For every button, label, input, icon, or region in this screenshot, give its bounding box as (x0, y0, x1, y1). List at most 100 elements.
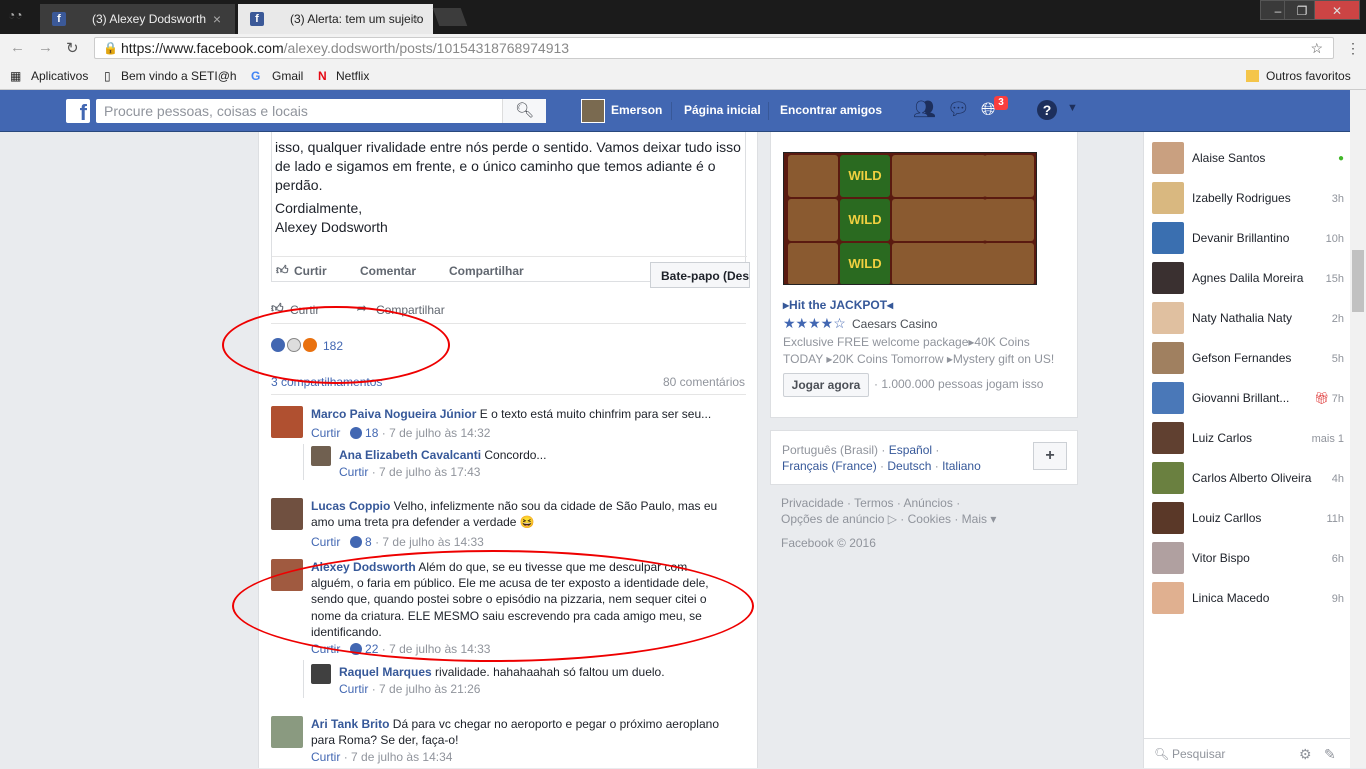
search-input[interactable]: Procure pessoas, coisas e locais 🔍︎ (96, 99, 546, 123)
chat-friend[interactable]: Louiz Carllos 11h (1152, 500, 1348, 536)
highlight-ellipse (232, 550, 754, 662)
chat-friend[interactable]: Giovanni Brillant... 🎁︎ 7h (1152, 380, 1348, 416)
tab-title: (3) Alexey Dodsworth (92, 12, 207, 26)
comment-date[interactable]: · 7 de julho às 14:34 (344, 750, 453, 764)
url-field[interactable]: 🔒 https://www.facebook.com/alexey.dodswo… (94, 37, 1334, 59)
avatar (1152, 542, 1184, 574)
folder-icon (1246, 70, 1259, 82)
comment-like-link[interactable]: Curtir (339, 465, 368, 479)
messages-icon[interactable]: 💬︎ (947, 99, 970, 120)
bookmark-netflix[interactable]: Netflix (336, 68, 369, 84)
comment-like-link[interactable]: Curtir (311, 750, 340, 764)
comment-like-count[interactable]: 8 (365, 535, 372, 549)
new-tab-button[interactable] (432, 8, 468, 26)
comment-author[interactable]: Marco Paiva Nogueira Júnior (311, 407, 476, 421)
ad-image[interactable]: WILD WILD WILD (783, 152, 1037, 285)
apps-icon[interactable]: ▦ (10, 68, 21, 84)
comment-body: Lucas Coppio Velho, infelizmente não sou… (311, 498, 731, 530)
comment-author[interactable]: Ari Tank Brito (311, 717, 389, 731)
gear-icon[interactable]: ⚙ (1299, 739, 1312, 769)
language-option[interactable]: Français (France) (782, 459, 877, 473)
reply-thread-line (303, 660, 304, 698)
profile-link[interactable]: Emerson (611, 103, 662, 117)
avatar[interactable] (271, 716, 303, 748)
comment-date[interactable]: · 7 de julho às 17:43 (372, 465, 481, 479)
ad-advertiser[interactable]: Caesars Casino (852, 317, 937, 331)
comment-date[interactable]: · 7 de julho às 21:26 (372, 682, 481, 696)
copyright: Facebook © 2016 (781, 536, 876, 550)
home-link[interactable]: Página inicial (684, 103, 761, 117)
footer-links[interactable]: Opções de anúncio ▷ · Cookies · Mais ▾ (781, 511, 1081, 527)
forward-icon[interactable]: → (38, 39, 53, 56)
comment-author[interactable]: Lucas Coppio (311, 499, 390, 513)
tab-alerta[interactable]: f (3) Alerta: tem um sujeito × (238, 4, 433, 34)
language-option[interactable]: Español (889, 443, 932, 457)
lock-icon: 🔒 (103, 41, 118, 55)
bookmark-other[interactable]: Outros favoritos (1266, 68, 1351, 84)
chat-friend[interactable]: Agnes Dalila Moreira 15h (1152, 260, 1348, 296)
chat-friend[interactable]: Alaise Santos ● (1152, 140, 1348, 176)
avatar (1152, 142, 1184, 174)
inner-comment-button[interactable]: Comentar (360, 264, 416, 278)
avatar[interactable] (271, 406, 303, 438)
close-window-button[interactable]: ✕ (1314, 0, 1360, 20)
comment-like-link[interactable]: Curtir (339, 682, 368, 696)
chat-tab-button[interactable]: Bate-papo (Des (650, 262, 750, 288)
inner-share-button[interactable]: Compartilhar (449, 264, 524, 278)
chat-friend[interactable]: Linica Macedo 9h (1152, 580, 1348, 616)
close-tab-icon[interactable]: × (213, 8, 221, 30)
bookmark-apps[interactable]: Aplicativos (31, 68, 88, 84)
compose-icon[interactable]: ✎ (1324, 739, 1336, 769)
chat-friend[interactable]: Carlos Alberto Oliveira 4h (1152, 460, 1348, 496)
comment-author[interactable]: Ana Elizabeth Cavalcanti (339, 448, 481, 462)
chat-friend[interactable]: Vitor Bispo 6h (1152, 540, 1348, 576)
chat-friend[interactable]: Naty Nathalia Naty 2h (1152, 300, 1348, 336)
tab-alexey[interactable]: f (3) Alexey Dodsworth × (40, 4, 235, 34)
close-tab-icon[interactable]: × (411, 8, 419, 30)
search-button[interactable]: 🔍︎ (502, 99, 546, 123)
reload-icon[interactable]: ↻ (66, 39, 79, 57)
address-bar-row: ← → ↻ 🔒 https://www.facebook.com/alexey.… (0, 34, 1366, 62)
chat-friend[interactable]: Izabelly Rodrigues 3h (1152, 180, 1348, 216)
avatar[interactable] (271, 498, 303, 530)
footer-links[interactable]: Privacidade · Termos · Anúncios · (781, 495, 1081, 511)
chat-friend[interactable]: Gefson Fernandes 5h (1152, 340, 1348, 376)
chevron-down-icon[interactable]: ▼ (1067, 102, 1078, 114)
bookmark-star-icon[interactable]: ☆ (1310, 38, 1323, 58)
friend-requests-icon[interactable]: 👥︎ (913, 99, 936, 120)
play-now-button[interactable]: Jogar agora (783, 373, 869, 397)
language-option[interactable]: Deutsch (887, 459, 931, 473)
comment-like-link[interactable]: Curtir (311, 426, 340, 440)
bookmark-gmail[interactable]: Gmail (272, 68, 303, 84)
chat-friend[interactable]: Devanir Brillantino 10h (1152, 220, 1348, 256)
add-language-button[interactable]: + (1033, 442, 1067, 470)
facebook-logo-icon[interactable]: f (66, 99, 90, 125)
friend-name: Naty Nathalia Naty (1192, 311, 1293, 325)
comment-date[interactable]: · 7 de julho às 14:33 (375, 535, 484, 549)
friend-status: 15h (1325, 273, 1344, 285)
comment-author[interactable]: Raquel Marques (339, 665, 432, 679)
bookmark-seti[interactable]: Bem vindo a SETI@ho (121, 68, 237, 84)
facebook-favicon-icon: f (52, 12, 66, 26)
chat-friend[interactable]: Luiz Carlos mais 1 (1152, 420, 1348, 456)
avatar[interactable] (581, 99, 605, 123)
help-icon[interactable]: ? (1037, 100, 1057, 120)
comment-date[interactable]: · 7 de julho às 14:32 (382, 426, 491, 440)
language-option[interactable]: Italiano (942, 459, 981, 473)
chat-search-input[interactable]: 🔍︎ Pesquisar ⚙ ✎ (1144, 738, 1351, 768)
inner-like-button[interactable]: Curtir (294, 264, 327, 278)
comment-like-link[interactable]: Curtir (311, 535, 340, 549)
menu-icon[interactable]: ⋮ (1346, 40, 1360, 57)
scrollbar-thumb[interactable] (1352, 250, 1364, 312)
language-list: Português (Brasil) · Español · Français … (782, 442, 1022, 474)
find-friends-link[interactable]: Encontrar amigos (780, 103, 882, 117)
comments-count[interactable]: 80 comentários (663, 375, 745, 389)
page-scrollbar[interactable] (1350, 90, 1366, 768)
slot-symbol (788, 199, 838, 241)
friend-name: Vitor Bispo (1192, 551, 1250, 565)
avatar[interactable] (311, 446, 331, 466)
back-icon[interactable]: ← (10, 39, 25, 56)
avatar[interactable] (311, 664, 331, 684)
comment-like-count[interactable]: 18 (365, 426, 378, 440)
ad-headline[interactable]: ▸Hit the JACKPOT◂ (783, 298, 893, 312)
